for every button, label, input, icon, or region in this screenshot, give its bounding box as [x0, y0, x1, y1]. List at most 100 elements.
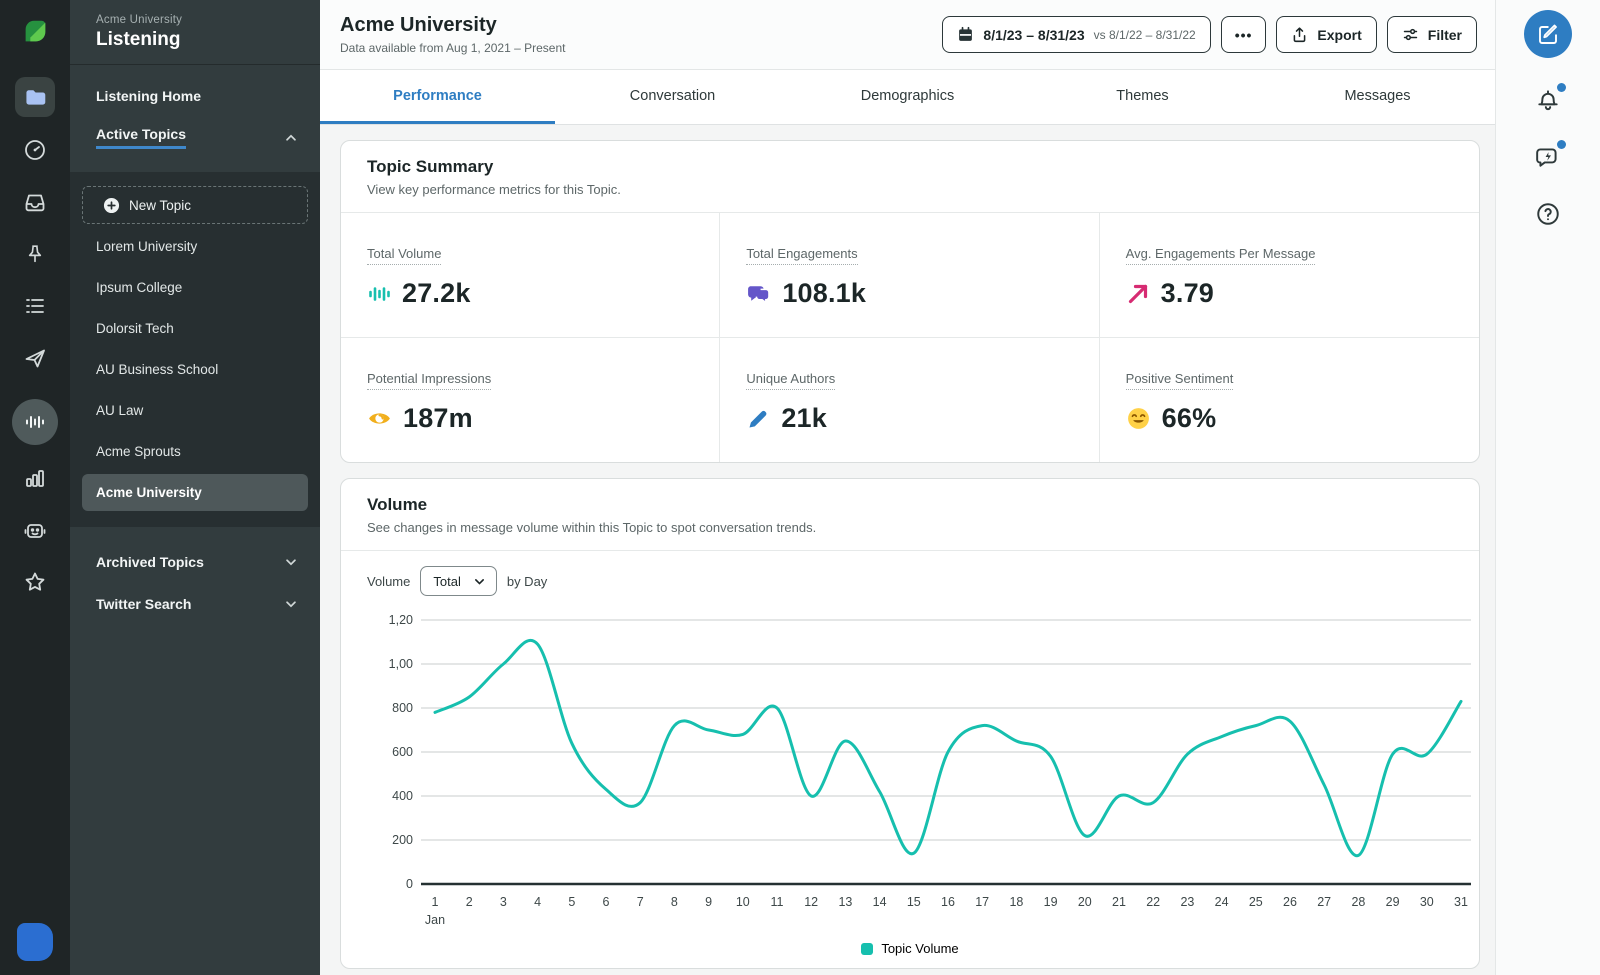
metric-value: 66% — [1161, 403, 1217, 433]
svg-text:600: 600 — [392, 745, 413, 759]
svg-text:24: 24 — [1215, 895, 1229, 909]
svg-text:28: 28 — [1351, 895, 1365, 909]
utility-rail — [1495, 0, 1600, 975]
sidebar-item-active-topics[interactable]: Active Topics — [70, 115, 320, 160]
topic-summary-card: Topic Summary View key performance metri… — [340, 140, 1480, 463]
metric-value: 27.2k — [402, 278, 471, 308]
topic-item[interactable]: Lorem University — [82, 228, 308, 265]
listening-sidebar: Acme University Listening Listening Home… — [70, 0, 320, 975]
folder-icon[interactable] — [15, 77, 55, 117]
svg-text:2: 2 — [466, 895, 473, 909]
topic-item-selected[interactable]: Acme University — [82, 474, 308, 511]
chevron-down-icon — [474, 578, 484, 585]
plus-circle-icon — [103, 197, 120, 213]
legend-swatch — [861, 942, 874, 955]
tab-performance[interactable]: Performance — [320, 70, 555, 124]
reports-icon[interactable] — [20, 463, 50, 493]
tab-themes[interactable]: Themes — [1025, 70, 1260, 124]
legend-label: Topic Volume — [881, 941, 959, 956]
primary-icon-rail — [0, 0, 70, 975]
svg-text:18: 18 — [1009, 895, 1023, 909]
export-icon — [1294, 27, 1306, 43]
svg-text:13: 13 — [838, 895, 852, 909]
workspace-logo[interactable] — [17, 923, 53, 961]
svg-text:29: 29 — [1386, 895, 1400, 909]
svg-text:6: 6 — [603, 895, 610, 909]
svg-text:9: 9 — [705, 895, 712, 909]
svg-text:26: 26 — [1283, 895, 1297, 909]
compose-icon — [1539, 24, 1557, 44]
help-icon[interactable] — [1533, 199, 1563, 229]
svg-text:1: 1 — [432, 895, 439, 909]
quick-actions-badge — [1557, 140, 1566, 149]
chevron-down-icon — [286, 559, 296, 566]
svg-text:10: 10 — [736, 895, 750, 909]
app-window: Acme University Listening Listening Home… — [0, 0, 1600, 975]
volume-line-chart: 1,201,0080060040020001 2 3 4 5 6 7 8 9 10 11 12 13 14… — [389, 613, 1471, 927]
sidebar-item-listening-home[interactable]: Listening Home — [70, 77, 320, 115]
metric-total-engagements: Total Engagements 108.1k — [720, 213, 1100, 338]
metric-positive-sentiment: Positive Sentiment 66% — [1125, 371, 1234, 433]
topic-item[interactable]: AU Law — [82, 392, 308, 429]
metric-value: 3.79 — [1160, 278, 1215, 308]
sidebar-item-twitter-search[interactable]: Twitter Search — [70, 583, 320, 625]
new-topic-button[interactable]: New Topic — [82, 186, 308, 224]
calendar-icon — [959, 26, 973, 41]
list-icon[interactable] — [20, 291, 50, 321]
more-options-button[interactable]: ••• — [1220, 16, 1267, 53]
svg-text:23: 23 — [1180, 895, 1194, 909]
topic-summary-subtitle: View key performance metrics for this To… — [367, 182, 621, 197]
publish-icon[interactable] — [20, 343, 50, 373]
tab-messages[interactable]: Messages — [1260, 70, 1495, 124]
svg-text:1,20: 1,20 — [389, 613, 413, 627]
svg-text:17: 17 — [975, 895, 989, 909]
svg-text:11: 11 — [771, 895, 784, 909]
topic-item[interactable]: AU Business School — [82, 351, 308, 388]
notifications-bell-icon[interactable] — [1533, 83, 1566, 115]
date-range-button[interactable]: 8/1/23 – 8/31/23 vs 8/1/22 – 8/31/22 — [942, 16, 1211, 53]
pin-icon[interactable] — [20, 239, 50, 269]
svg-text:31: 31 — [1454, 895, 1468, 909]
active-topics-list: New Topic Lorem University Ipsum College… — [70, 172, 320, 527]
trend-up-arrow-icon — [1128, 284, 1147, 303]
volume-card: Volume See changes in message volume wit… — [340, 478, 1480, 969]
metric-value: 21k — [781, 403, 827, 433]
metric-avg-engagements: Avg. Engagements Per Message 3.79 — [1099, 213, 1479, 338]
smiley-icon — [1127, 408, 1149, 429]
export-button[interactable]: Export — [1276, 16, 1377, 53]
star-icon[interactable] — [20, 567, 50, 597]
sidebar-header: Acme University Listening — [70, 0, 320, 65]
svg-text:16: 16 — [941, 895, 955, 909]
svg-text:14: 14 — [873, 895, 887, 909]
svg-text:21: 21 — [1112, 895, 1126, 909]
filter-button[interactable]: Filter — [1386, 16, 1477, 53]
topic-item[interactable]: Dolorsit Tech — [82, 310, 308, 347]
tab-conversation[interactable]: Conversation — [555, 70, 790, 124]
quick-actions-icon[interactable] — [1533, 140, 1566, 172]
gauge-icon[interactable] — [20, 135, 50, 165]
bot-icon[interactable] — [20, 515, 50, 545]
compose-button[interactable] — [1524, 10, 1572, 58]
volume-chart-area: 1,20 1,00 800 600 400 200 0 1 2 3 4 5 6 7 8 9 10 11 12 13 14… — [341, 598, 1479, 937]
svg-text:20: 20 — [1078, 895, 1092, 909]
inbox-icon[interactable] — [20, 187, 50, 217]
tab-demographics[interactable]: Demographics — [790, 70, 1025, 124]
eye-icon — [369, 413, 390, 424]
svg-text:Jan: Jan — [425, 913, 445, 927]
listening-icon[interactable] — [12, 399, 58, 445]
topic-summary-title: Topic Summary — [367, 157, 494, 176]
report-tabbar: Performance Conversation Demographics Th… — [320, 70, 1495, 125]
sidebar-item-archived-topics[interactable]: Archived Topics — [70, 541, 320, 583]
volume-metric-select[interactable]: Total — [420, 566, 497, 596]
topic-item[interactable]: Acme Sprouts — [82, 433, 308, 470]
product-name: Listening — [96, 29, 181, 50]
volume-title: Volume — [367, 495, 428, 514]
sprout-logo — [20, 16, 50, 51]
volume-control-label: Volume — [367, 573, 411, 589]
topic-item[interactable]: Ipsum College — [82, 269, 308, 306]
svg-text:7: 7 — [637, 895, 644, 909]
chat-bubbles-icon — [748, 286, 770, 304]
volume-interval-label: by Day — [506, 573, 548, 589]
svg-text:22: 22 — [1146, 895, 1160, 909]
svg-text:5: 5 — [568, 895, 575, 909]
